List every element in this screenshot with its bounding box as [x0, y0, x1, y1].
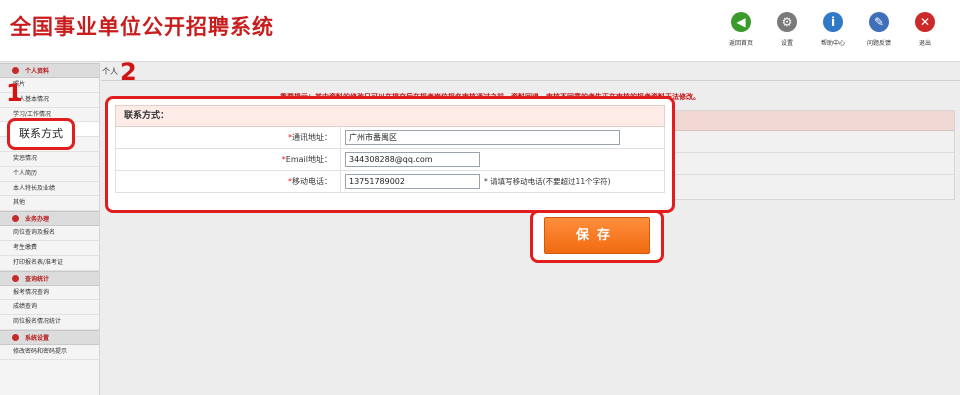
step-marker-1: 1 — [6, 79, 23, 107]
toolbar-label: 返回首页 — [728, 40, 753, 47]
sidebar-item[interactable]: 修改密码和密码提示 — [0, 345, 99, 360]
save-button[interactable]: 保存 — [544, 217, 650, 254]
sidebar-item[interactable]: 岗位查询及报名 — [0, 226, 99, 241]
sidebar-item[interactable]: 成绩查询 — [0, 300, 99, 316]
settings-icon — [12, 333, 19, 341]
sidebar-item[interactable]: 其他 — [0, 196, 99, 212]
email-input[interactable]: 344308288@qq.com — [345, 152, 480, 167]
panel-title: 联系方式： — [115, 105, 665, 127]
contact-info-panel: 联系方式： *通讯地址： 广州市番禺区 *Email地址： 344308288@… — [105, 96, 675, 213]
sidebar-section-title: 个人资料 — [25, 68, 50, 75]
sidebar-section-title: 系统设置 — [25, 334, 50, 342]
callout-contact: 联系方式 — [7, 118, 75, 150]
sidebar-section-title: 业务办理 — [25, 216, 50, 224]
address-input[interactable]: 广州市番禺区 — [345, 130, 620, 145]
sidebar-item[interactable]: 考生缴费 — [0, 241, 99, 256]
sidebar-item[interactable]: 打印报名表/准考证 — [0, 256, 99, 271]
toolbar-gear-button[interactable]: ⚙ 设置 — [764, 12, 810, 47]
form-row-address: *通讯地址： 广州市番禺区 — [115, 127, 665, 149]
email-label: Email地址： — [285, 155, 332, 164]
toolbar-label: 帮助中心 — [820, 40, 845, 47]
toolbar-label: 退出 — [918, 40, 931, 47]
sidebar-section-1[interactable]: 业务办理 — [0, 211, 99, 227]
sidebar-item[interactable]: 奖惩情况 — [0, 152, 99, 167]
save-highlight: 保存 — [530, 210, 664, 263]
mobile-label: 移动电话： — [292, 177, 332, 186]
step-marker-2: 2 — [120, 58, 137, 86]
sidebar-section-2[interactable]: 查询统计 — [0, 270, 99, 286]
toolbar-label: 问题反馈 — [866, 40, 891, 47]
form-row-email: *Email地址： 344308288@qq.com — [115, 149, 665, 171]
mobile-input[interactable]: 13751789002 — [345, 174, 480, 189]
feedback-icon: ✎ — [869, 12, 889, 32]
toolbar-exit-button[interactable]: ✕ 退出 — [902, 12, 948, 47]
app-title: 全国事业单位公开招聘系统 — [10, 15, 274, 39]
toolbar-home-arrow-button[interactable]: ◀ 返回首页 — [718, 12, 764, 47]
chart-icon — [12, 274, 19, 282]
business-icon — [12, 215, 19, 223]
sidebar-item[interactable]: 岗位报名情况统计 — [0, 315, 99, 330]
sidebar-section-3[interactable]: 系统设置 — [0, 329, 99, 345]
top-toolbar: ◀ 返回首页 ⚙ 设置 i 帮助中心 ✎ 问题反馈 ✕ 退出 — [718, 12, 948, 47]
toolbar-label: 设置 — [780, 40, 793, 47]
gear-icon: ⚙ — [777, 12, 797, 32]
divider — [101, 80, 960, 81]
breadcrumb: 个人 — [102, 67, 118, 76]
exit-icon: ✕ — [915, 12, 935, 32]
form-row-mobile: *移动电话： 13751789002 * 请填写移动电话(不要超过11个字符) — [115, 171, 665, 193]
home-arrow-icon: ◀ — [731, 12, 751, 32]
toolbar-help-button[interactable]: i 帮助中心 — [810, 12, 856, 47]
app-header: 全国事业单位公开招聘系统 ◀ 返回首页 ⚙ 设置 i 帮助中心 ✎ 问题反馈 ✕ 退出 — [0, 0, 960, 62]
sidebar-item[interactable]: 本人特长及业绩 — [0, 182, 99, 197]
mobile-hint: * 请填写移动电话(不要超过11个字符) — [484, 177, 611, 186]
address-label: 通讯地址： — [292, 133, 332, 142]
help-icon: i — [823, 12, 843, 32]
user-icon — [12, 67, 19, 74]
toolbar-feedback-button[interactable]: ✎ 问题反馈 — [856, 12, 902, 47]
sidebar-item[interactable]: 报考情况查询 — [0, 286, 99, 301]
sidebar: 个人资料照片个人基本情况学习/工作情况联系方式家庭情况奖惩情况个人简历本人特长及… — [0, 63, 100, 395]
sidebar-section-0[interactable]: 个人资料 — [0, 63, 99, 78]
sidebar-section-title: 查询统计 — [25, 275, 50, 283]
sidebar-item[interactable]: 个人简历 — [0, 167, 99, 182]
